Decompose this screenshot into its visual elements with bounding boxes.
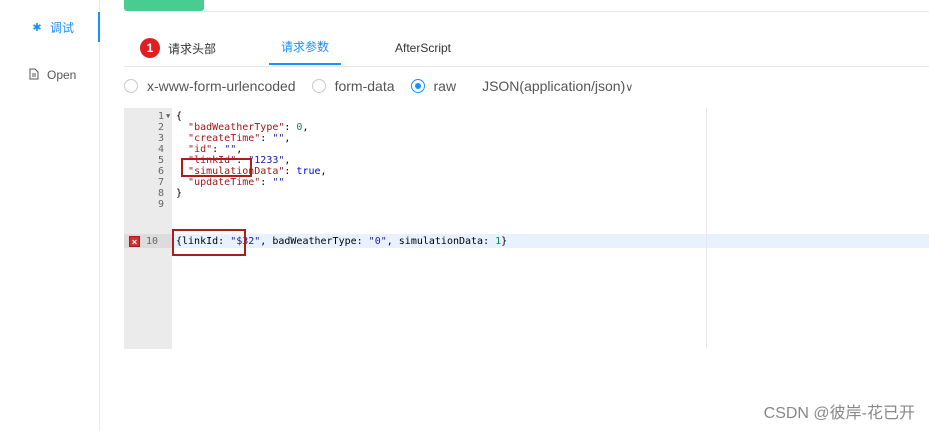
code-editor[interactable]: 1 ▼ 2 3 4 5 6 7 8 9 × 10 { "badWeatherTy… [124, 108, 929, 349]
json-key: "updateTime" [188, 177, 261, 188]
line-number: 8 [157, 188, 164, 199]
url-input[interactable] [204, 0, 929, 12]
line-number: 6 [157, 166, 164, 177]
code-token: } [176, 188, 183, 199]
tab-afterscript[interactable]: AfterScript [395, 30, 451, 66]
radio-urlencoded[interactable]: x-www-form-urlencoded [124, 78, 296, 94]
json-value: "" [272, 177, 285, 188]
editor-gutter: 1 ▼ 2 3 4 5 6 7 8 9 [124, 108, 172, 349]
sidebar-item-label: 调试 [50, 20, 75, 35]
line-number: 3 [157, 133, 164, 144]
sidebar-item-label: Open [47, 68, 77, 82]
bug-icon: ✱ [32, 21, 42, 34]
radio-label: x-www-form-urlencoded [147, 78, 296, 94]
tab-label: 请求参数 [281, 40, 330, 54]
radio-label: raw [433, 78, 457, 94]
line-number: 10 [145, 236, 158, 247]
radio-circle-selected[interactable] [410, 79, 425, 93]
json-value: "" [272, 133, 285, 144]
code-token: } [501, 236, 508, 247]
request-tabs: 1 请求头部 请求参数 AfterScript [124, 30, 929, 67]
code-token: , badWeatherType: [260, 236, 369, 247]
line-number: 7 [157, 177, 164, 188]
tab-params[interactable]: 请求参数 [269, 30, 342, 65]
tab-label: 请求头部 [168, 41, 217, 56]
document-icon [27, 68, 41, 83]
chevron-down-icon: ∨ [625, 82, 634, 94]
content-type-value: JSON(application/json) [482, 78, 626, 94]
line-number: 4 [157, 144, 164, 155]
sidebar-item-open[interactable]: Open [0, 60, 100, 90]
sidebar-item-debug[interactable]: ✱ 调试 [0, 12, 100, 42]
json-value: "1233" [248, 155, 285, 166]
line-number: 2 [157, 122, 164, 133]
json-value: 0 [296, 122, 303, 133]
line-number: 1 [157, 111, 164, 122]
radio-circle[interactable] [124, 79, 138, 93]
annotation-box-error-value [172, 229, 246, 256]
fold-arrow-icon[interactable]: ▼ [166, 111, 170, 122]
json-key: "badWeatherType" [188, 122, 285, 133]
line-number: 9 [157, 199, 164, 210]
tab-headers[interactable]: 1 请求头部 [140, 30, 216, 66]
headers-count-badge: 1 [140, 38, 160, 58]
print-margin-line [706, 108, 707, 349]
json-key: "createTime" [188, 133, 261, 144]
json-key: "id" [188, 144, 213, 155]
sidebar: ✱ 调试 Open [0, 0, 100, 431]
line-number: 5 [157, 155, 164, 166]
radio-circle[interactable] [311, 79, 326, 93]
body-type-group: x-www-form-urlencoded form-data raw JSON… [124, 76, 633, 96]
json-value: true [296, 166, 321, 177]
code-token: , simulationData: [386, 236, 496, 247]
json-value: "" [224, 144, 237, 155]
code-token: { [176, 111, 183, 122]
radio-raw[interactable]: raw [410, 78, 457, 94]
watermark: CSDN @彼岸-花已开 [763, 405, 915, 422]
content-type-select[interactable]: JSON(application/json)∨ [482, 78, 633, 94]
editor-content[interactable]: { "badWeatherType": 0, "createTime": "",… [172, 108, 929, 349]
tab-label: AfterScript [395, 41, 452, 55]
method-tag[interactable] [124, 0, 204, 11]
annotation-box-linkid [181, 158, 252, 177]
radio-form-data[interactable]: form-data [311, 78, 395, 94]
radio-label: form-data [334, 78, 395, 94]
code-token: "0" [368, 236, 387, 247]
